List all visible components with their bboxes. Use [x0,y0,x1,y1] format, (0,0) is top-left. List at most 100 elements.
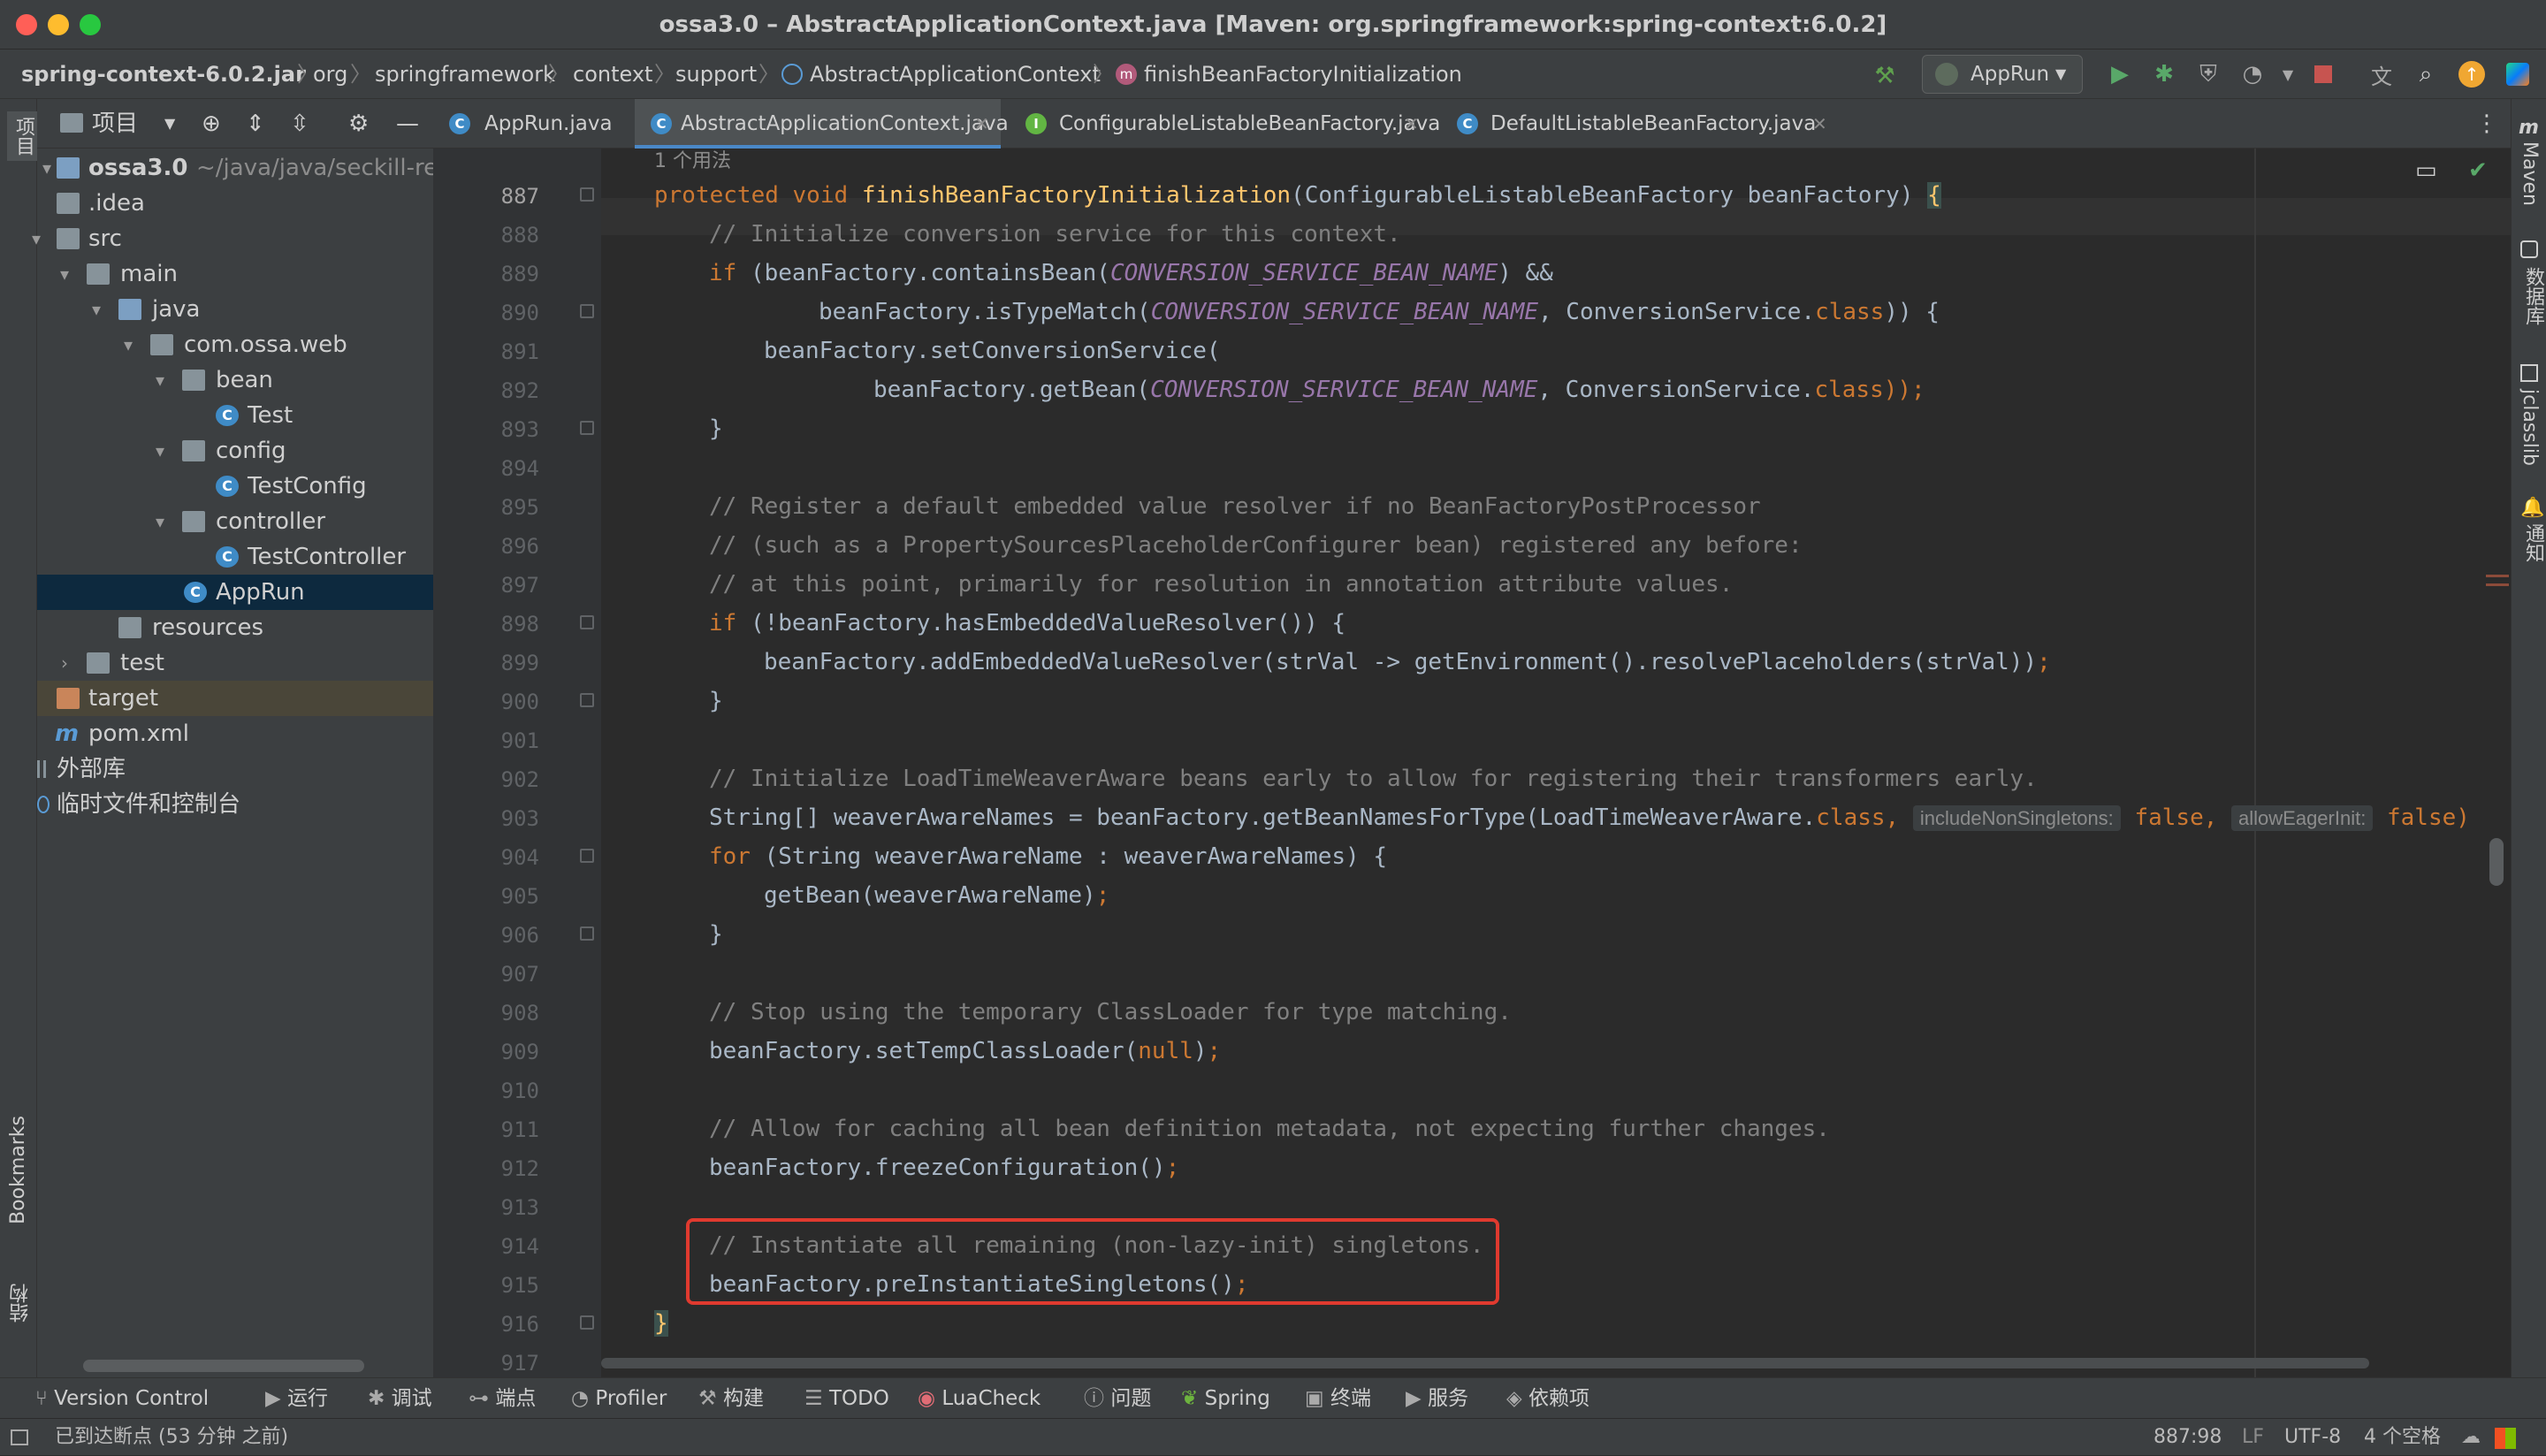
reader-mode-book-icon[interactable]: ▭ [2415,157,2451,193]
toolwindow-services[interactable]: ▶ 服务 [1406,1378,1468,1419]
fold-marker-icon[interactable] [580,615,594,629]
debug-bug-icon[interactable]: ✱ [2146,57,2182,92]
window-title: ossa3.0 – AbstractApplicationContext.jav… [659,11,1887,38]
profiler-icon[interactable]: ◔ [2235,57,2270,92]
stop-icon[interactable] [2306,57,2341,92]
fold-marker-icon[interactable] [580,187,594,202]
tree-item-src[interactable]: ▾ src [32,221,433,256]
tree-item-project-root[interactable]: ▾ ossa3.0 ~/java/java/seckill-redis/o [37,150,492,186]
project-view-dropdown-chevron-icon[interactable]: ▼ [164,99,175,149]
fold-marker-icon[interactable] [580,926,594,941]
tree-item-apprun-selected[interactable]: C AppRun [37,575,433,610]
tree-item-controller[interactable]: ▾ controller [37,504,433,539]
plugin-logo-icon[interactable] [2500,57,2535,92]
locate-target-icon[interactable]: ⊕ [202,99,221,149]
close-tab-icon[interactable]: ✕ [974,99,989,149]
toolwindow-terminal[interactable]: ▣ 终端 [1305,1378,1371,1419]
tree-item-com-ossa-web[interactable]: ▾ com.ossa.web [37,327,433,362]
tree-item-bean[interactable]: ▾ bean [37,362,433,398]
caret-position[interactable]: 887:98 [2153,1419,2222,1456]
toolwindow-debug[interactable]: ✱ 调试 [368,1378,432,1419]
jclasslib-toolwindow-tab[interactable]: jclasslib [2519,389,2541,466]
breadcrumb-package-context[interactable]: context [573,50,652,99]
more-tabs-menu-icon[interactable]: ⋮ [2475,99,2498,149]
tab-configurablelistablebeanfactory[interactable]: I ConfigurableListableBeanFactory.java ✕ [1010,99,1440,149]
editor-horizontal-scrollbar[interactable] [601,1358,2369,1368]
tab-label: AppRun.java [484,112,613,135]
line-number: 901 [500,728,539,753]
project-panel-scrollbar[interactable] [83,1360,364,1372]
notifications-toolwindow-tab[interactable]: 通知 [2519,523,2546,562]
database-toolwindow-tab[interactable]: 数据库 [2519,267,2546,325]
tree-item-external-libraries[interactable]: 外部库 [37,751,433,787]
maven-toolwindow-tab[interactable]: Maven [2519,141,2541,206]
collapse-all-icon[interactable]: ⇳ [290,99,309,149]
breadcrumb-method[interactable]: finishBeanFactoryInitialization [1144,50,1462,99]
code-editor[interactable]: ▭ ✔ [601,149,2511,1377]
tree-item-idea[interactable]: .idea [37,186,433,221]
toggle-tool-windows-icon[interactable] [11,1429,28,1445]
project-toolwindow-tab[interactable]: 项目 [7,111,39,161]
close-tab-icon[interactable]: ✕ [1404,99,1419,149]
breadcrumb-jar[interactable]: spring-context-6.0.2.jar [21,50,306,99]
tree-item-pom[interactable]: m pom.xml [37,716,433,751]
fold-marker-icon[interactable] [580,693,594,707]
tree-item-main[interactable]: ▾ main [37,256,433,292]
fold-marker-icon[interactable] [580,1315,594,1330]
status-message[interactable]: 已到达断点 (53 分钟 之前) [55,1419,288,1456]
no-problems-check-icon[interactable]: ✔ [2468,157,2504,193]
user-account-icon[interactable]: ☁ [2461,1419,2481,1456]
tree-item-testcontroller[interactable]: C TestController [37,539,433,575]
tree-item-test-class[interactable]: C Test [37,398,433,433]
update-icon[interactable]: ↑ [2454,57,2489,92]
fold-marker-icon[interactable] [580,849,594,863]
toolwindow-todo[interactable]: ☰ TODO [804,1378,889,1419]
tree-item-java[interactable]: ▾ java [37,292,433,327]
tree-item-scratches[interactable]: 临时文件和控制台 [37,787,433,822]
tab-abstractapplicationcontext-active[interactable]: C AbstractApplicationContext.java ✕ [635,99,1009,149]
breadcrumb-package-springframework[interactable]: springframework [375,50,555,99]
tree-item-resources[interactable]: resources [37,610,433,645]
toolwindow-endpoints[interactable]: ⊶ 端点 [469,1378,536,1419]
coverage-shield-icon[interactable]: ⛨ [2191,57,2226,92]
toolwindow-build[interactable]: ⚒ 构建 [698,1378,764,1419]
breadcrumb-package-org[interactable]: org [313,50,347,99]
hide-panel-icon[interactable]: — [396,99,419,149]
editor-vertical-scrollbar[interactable] [2489,838,2504,886]
tree-item-test-folder[interactable]: › test [37,645,433,681]
breadcrumb-class[interactable]: AbstractApplicationContext [810,50,1101,99]
line-separator[interactable]: LF [2242,1419,2264,1456]
run-icon[interactable]: ▶ [2102,57,2138,92]
toolwindow-run[interactable]: ▶ 运行 [265,1378,328,1419]
toolwindow-dependencies[interactable]: ◈ 依赖项 [1506,1378,1589,1419]
chevron-down-icon: ▾ [155,511,165,532]
build-hammer-icon[interactable]: ⚒ [1867,58,1902,94]
expand-all-icon[interactable]: ⇕ [246,99,265,149]
more-run-options-chevron-icon[interactable]: ▼ [2270,57,2306,92]
structure-toolwindow-tab[interactable]: 结构 [7,1284,35,1323]
bookmarks-toolwindow-tab[interactable]: Bookmarks [7,1116,29,1224]
fold-marker-icon[interactable] [580,421,594,435]
search-icon[interactable]: ⌕ [2408,57,2443,92]
breadcrumb-package-support[interactable]: support [675,50,757,99]
tab-apprun[interactable]: C AppRun.java [433,99,635,149]
toolwindow-problems[interactable]: ⓘ 问题 [1084,1378,1151,1419]
tab-defaultlistablebeanfactory[interactable]: C DefaultListableBeanFactory.java ✕ [1441,99,1839,149]
gear-icon[interactable]: ⚙ [348,99,369,149]
toolwindow-luacheck[interactable]: ◉ LuaCheck [918,1378,1041,1419]
indent-setting[interactable]: 4 个空格 [2364,1419,2441,1456]
fold-marker-icon[interactable] [580,304,594,318]
run-config-selector[interactable]: AppRun ▼ [1922,55,2083,94]
tree-item-config[interactable]: ▾ config [37,433,433,469]
close-tab-icon[interactable]: ✕ [1812,99,1827,149]
plugin-status-icon[interactable] [2495,1428,2516,1449]
file-encoding[interactable]: UTF-8 [2284,1419,2341,1456]
toolwindow-version-control[interactable]: ⑂ Version Control [35,1378,209,1419]
navigation-bar: spring-context-6.0.2.jar 〉 org 〉 springf… [0,50,2546,99]
toolwindow-spring[interactable]: ❦ Spring [1181,1378,1270,1419]
tree-item-testconfig[interactable]: C TestConfig [37,469,433,504]
toolwindow-profiler[interactable]: ◔ Profiler [571,1378,667,1419]
tree-item-target[interactable]: target [37,681,433,716]
usages-inlay-hint[interactable]: 1 个用法 [654,145,731,173]
translate-icon[interactable]: 文 [2364,57,2399,92]
